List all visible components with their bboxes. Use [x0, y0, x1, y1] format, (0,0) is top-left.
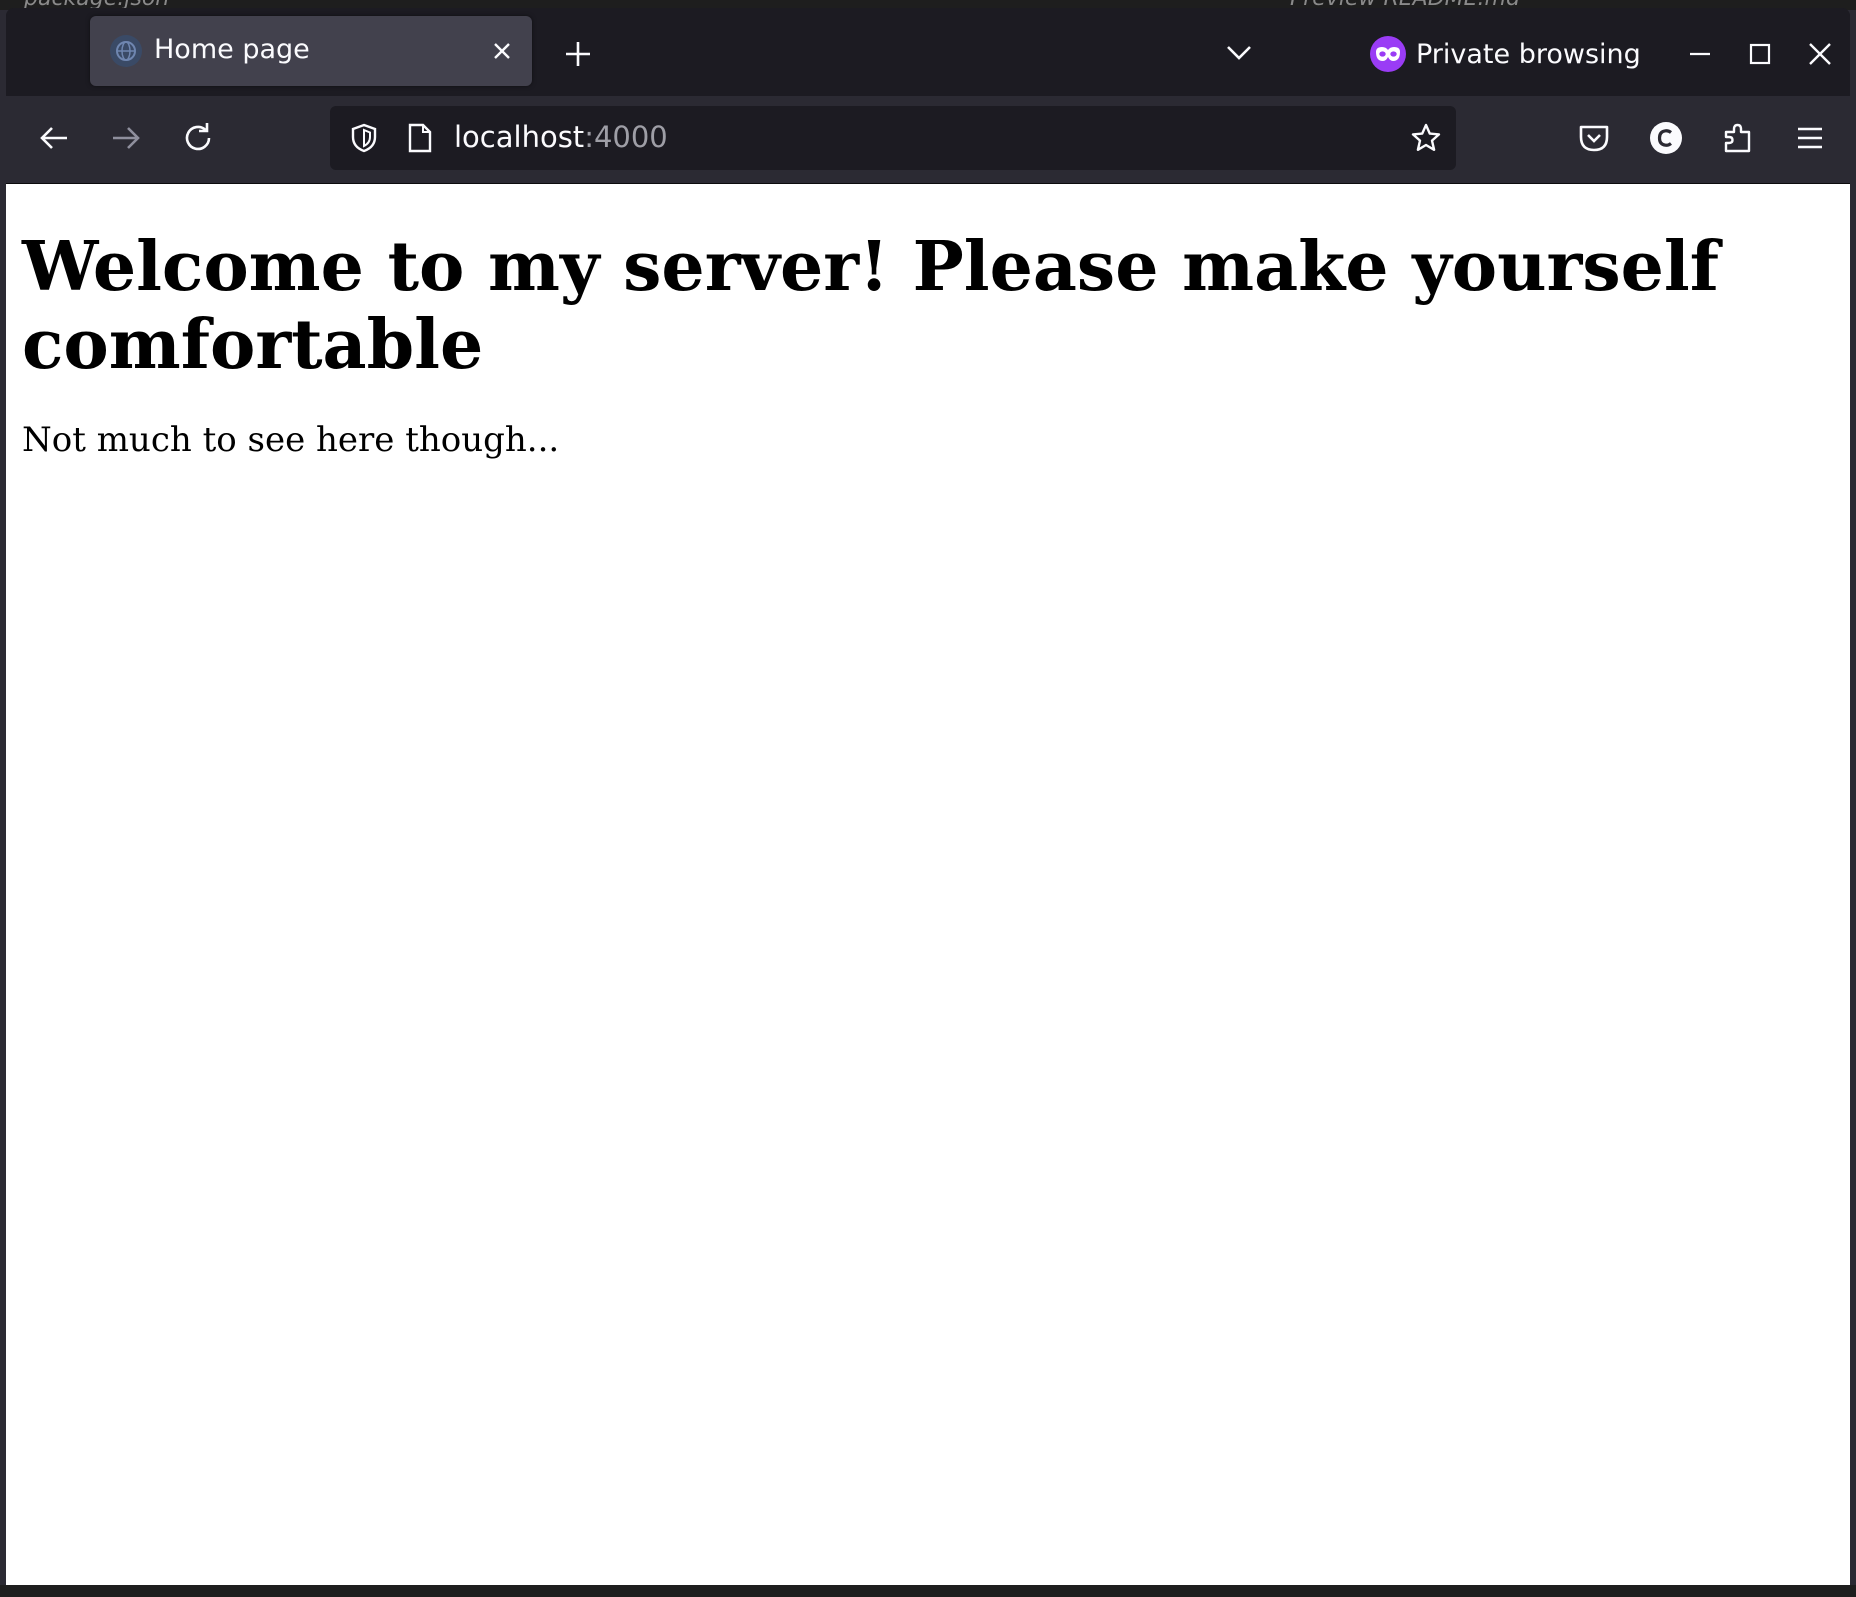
account-icon[interactable]: [1648, 120, 1684, 156]
page-paragraph: Not much to see here though...: [22, 420, 560, 460]
tab-title: Home page: [154, 34, 310, 65]
star-icon[interactable]: [1410, 122, 1442, 154]
extensions-icon[interactable]: [1720, 120, 1756, 156]
forward-arrow-icon[interactable]: [108, 120, 144, 156]
list-all-tabs-chevron-icon[interactable]: [1224, 42, 1254, 64]
shield-icon[interactable]: [348, 122, 380, 154]
back-arrow-icon[interactable]: [36, 120, 72, 156]
browser-window: Home page Private browsing localhost:400…: [6, 8, 1850, 1585]
pocket-icon[interactable]: [1576, 120, 1612, 156]
tab-home-page[interactable]: Home page: [90, 16, 532, 86]
url-port: :4000: [584, 120, 668, 154]
tab-strip: Home page Private browsing: [6, 8, 1850, 96]
url-bar[interactable]: localhost:4000: [330, 106, 1456, 170]
close-tab-icon[interactable]: [488, 37, 516, 65]
url-text[interactable]: localhost:4000: [454, 120, 668, 154]
private-browsing-indicator: Private browsing: [1370, 34, 1641, 74]
page-content: Welcome to my server! Please make yourse…: [6, 184, 1850, 1585]
hamburger-menu-icon[interactable]: [1792, 120, 1828, 156]
desktop-bottom-strip: [0, 1585, 1856, 1597]
minimize-window-icon[interactable]: [1686, 40, 1714, 68]
maximize-window-icon[interactable]: [1746, 40, 1774, 68]
close-window-icon[interactable]: [1806, 40, 1834, 68]
new-tab-plus-icon[interactable]: [562, 38, 594, 70]
reload-icon[interactable]: [180, 120, 216, 156]
url-host: localhost: [454, 120, 585, 154]
page-icon[interactable]: [406, 122, 434, 154]
private-mask-icon: [1370, 36, 1406, 72]
globe-icon: [110, 35, 142, 67]
private-browsing-label: Private browsing: [1416, 38, 1641, 70]
page-heading: Welcome to my server! Please make yourse…: [22, 227, 1719, 385]
navigation-toolbar: localhost:4000: [6, 96, 1850, 184]
